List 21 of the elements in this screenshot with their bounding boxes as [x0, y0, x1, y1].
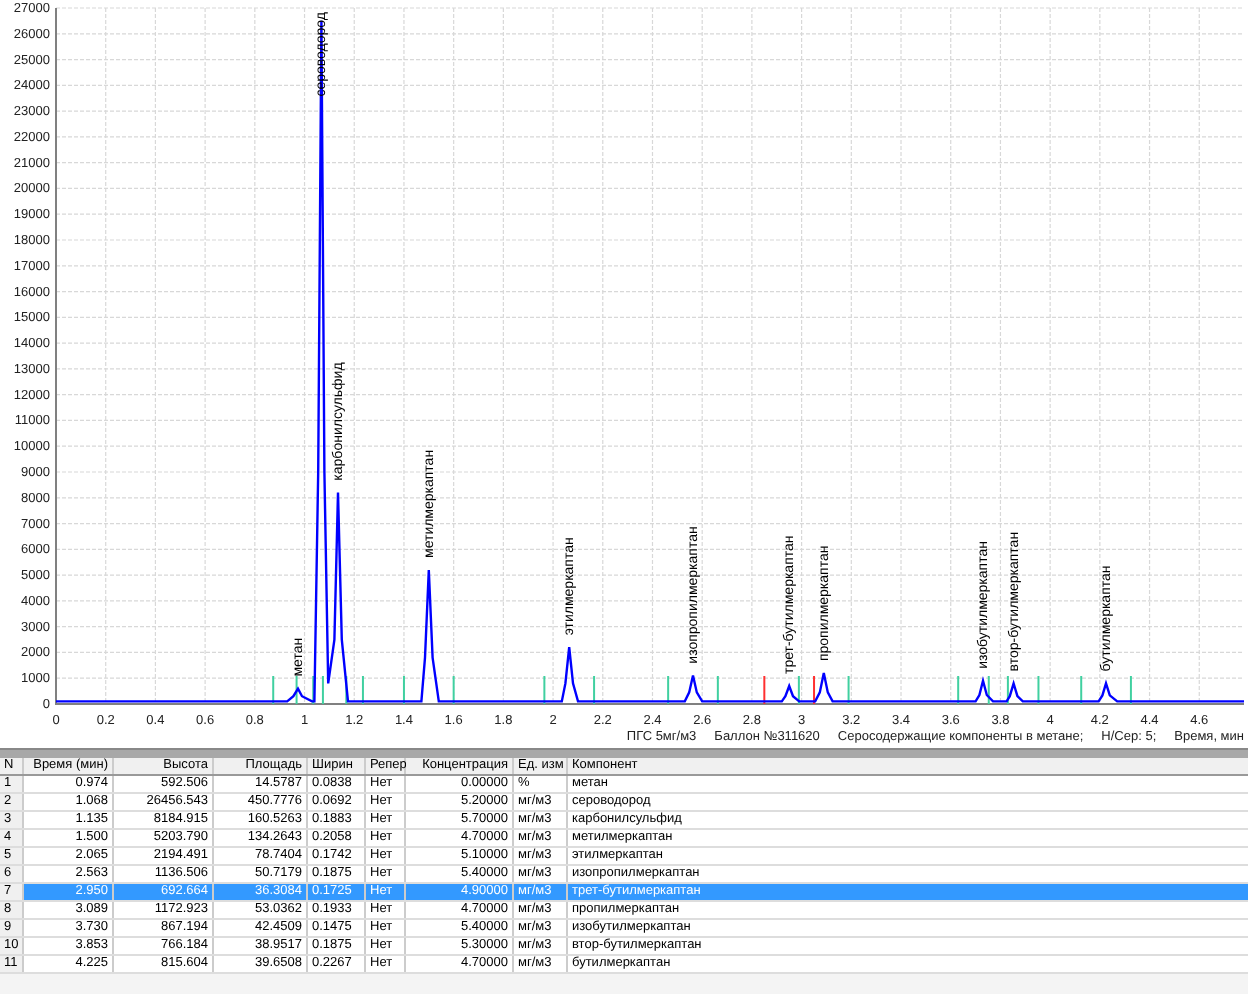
peak-boundary-marker	[847, 675, 850, 705]
peak-boundary-marker	[957, 675, 960, 705]
peak-boundary-marker	[361, 675, 364, 705]
peak-boundary-marker	[312, 675, 315, 705]
peak-boundary-marker	[763, 675, 766, 705]
peak-boundary-marker	[1037, 675, 1040, 705]
peak-boundary-marker	[593, 675, 596, 705]
peak-boundary-marker	[813, 675, 816, 705]
peak-boundary-marker	[1129, 675, 1132, 705]
peak-boundary-marker	[402, 675, 405, 705]
peak-boundary-marker	[272, 675, 275, 705]
peak-boundary-marker	[1006, 675, 1009, 705]
peak-boundary-marker	[295, 675, 298, 705]
peak-boundary-marker	[1080, 675, 1083, 705]
peak-boundary-marker	[987, 675, 990, 705]
peak-boundary-marker	[543, 675, 546, 705]
peak-boundary-marker	[667, 675, 670, 705]
peak-boundary-marker	[797, 675, 800, 705]
peak-boundary-marker	[321, 675, 324, 705]
peak-boundary-marker	[452, 675, 455, 705]
peak-boundary-marker	[716, 675, 719, 705]
